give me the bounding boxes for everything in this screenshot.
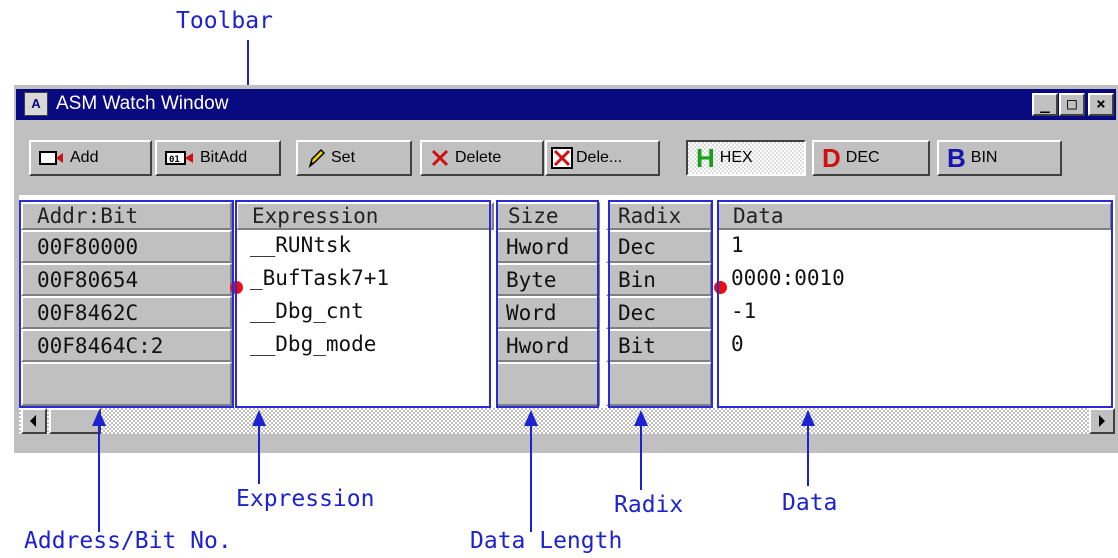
minimize-button[interactable]: _ [1032, 93, 1058, 116]
callout-expression-arrow [258, 424, 260, 484]
svg-text:01: 01 [169, 155, 180, 165]
dec-icon: D [822, 142, 841, 173]
delete-button[interactable]: Delete [420, 140, 544, 176]
hex-label: HEX [719, 149, 753, 166]
hex-icon: H [696, 142, 715, 173]
scroll-left-arrow-icon [30, 415, 36, 427]
set-button[interactable]: Set [296, 140, 412, 176]
add-label: Add [70, 149, 99, 166]
scroll-right-arrow-icon [1099, 415, 1105, 427]
bin-label: BIN [970, 149, 998, 166]
annotation-box-size [496, 200, 599, 408]
window-title: ASM Watch Window [56, 93, 229, 114]
bitadd-icon: 01 [165, 151, 193, 165]
delete-all-button[interactable]: Dele... [545, 140, 660, 176]
set-label: Set [331, 149, 356, 166]
bin-icon: B [947, 142, 966, 173]
close-button[interactable]: × [1088, 93, 1114, 116]
bin-button[interactable]: B BIN [937, 140, 1062, 176]
delete-all-icon [551, 147, 573, 169]
maximize-button[interactable]: □ [1059, 93, 1085, 116]
window-app-icon: A [24, 92, 48, 116]
hex-button[interactable]: H HEX [686, 140, 806, 176]
scroll-right-button[interactable] [1089, 408, 1115, 434]
dec-button[interactable]: D DEC [812, 140, 930, 176]
delete-x-icon [431, 149, 449, 167]
bitadd-label: BitAdd [200, 149, 248, 166]
callout-address-arrow [98, 424, 100, 532]
annotation-box-expression [235, 200, 491, 408]
pencil-icon [308, 148, 326, 168]
annotation-box-addr [19, 200, 234, 408]
add-icon [39, 151, 63, 165]
callout-data-length: Data Length [470, 528, 623, 554]
scroll-left-button[interactable] [21, 408, 47, 434]
callout-radix-arrow [640, 424, 642, 490]
dec-label: DEC [845, 149, 880, 166]
callout-expression: Expression [236, 486, 375, 512]
callout-data-length-arrow [530, 424, 532, 532]
callout-data-arrow [807, 424, 809, 486]
bitadd-button[interactable]: 01 BitAdd [155, 140, 281, 176]
annotation-box-radix [608, 200, 713, 408]
annotation-box-data [717, 200, 1113, 408]
title-bar[interactable]: A ASM Watch Window _ □ × [16, 89, 1116, 120]
callout-toolbar: Toolbar [176, 8, 273, 34]
horizontal-scrollbar[interactable] [19, 408, 1115, 434]
delete-all-label: Dele... [576, 149, 623, 166]
callout-radix: Radix [614, 492, 684, 518]
add-button[interactable]: Add [29, 140, 152, 176]
callout-address: Address/Bit No. [24, 528, 232, 554]
delete-label: Delete [455, 149, 502, 166]
callout-data: Data [782, 490, 838, 516]
